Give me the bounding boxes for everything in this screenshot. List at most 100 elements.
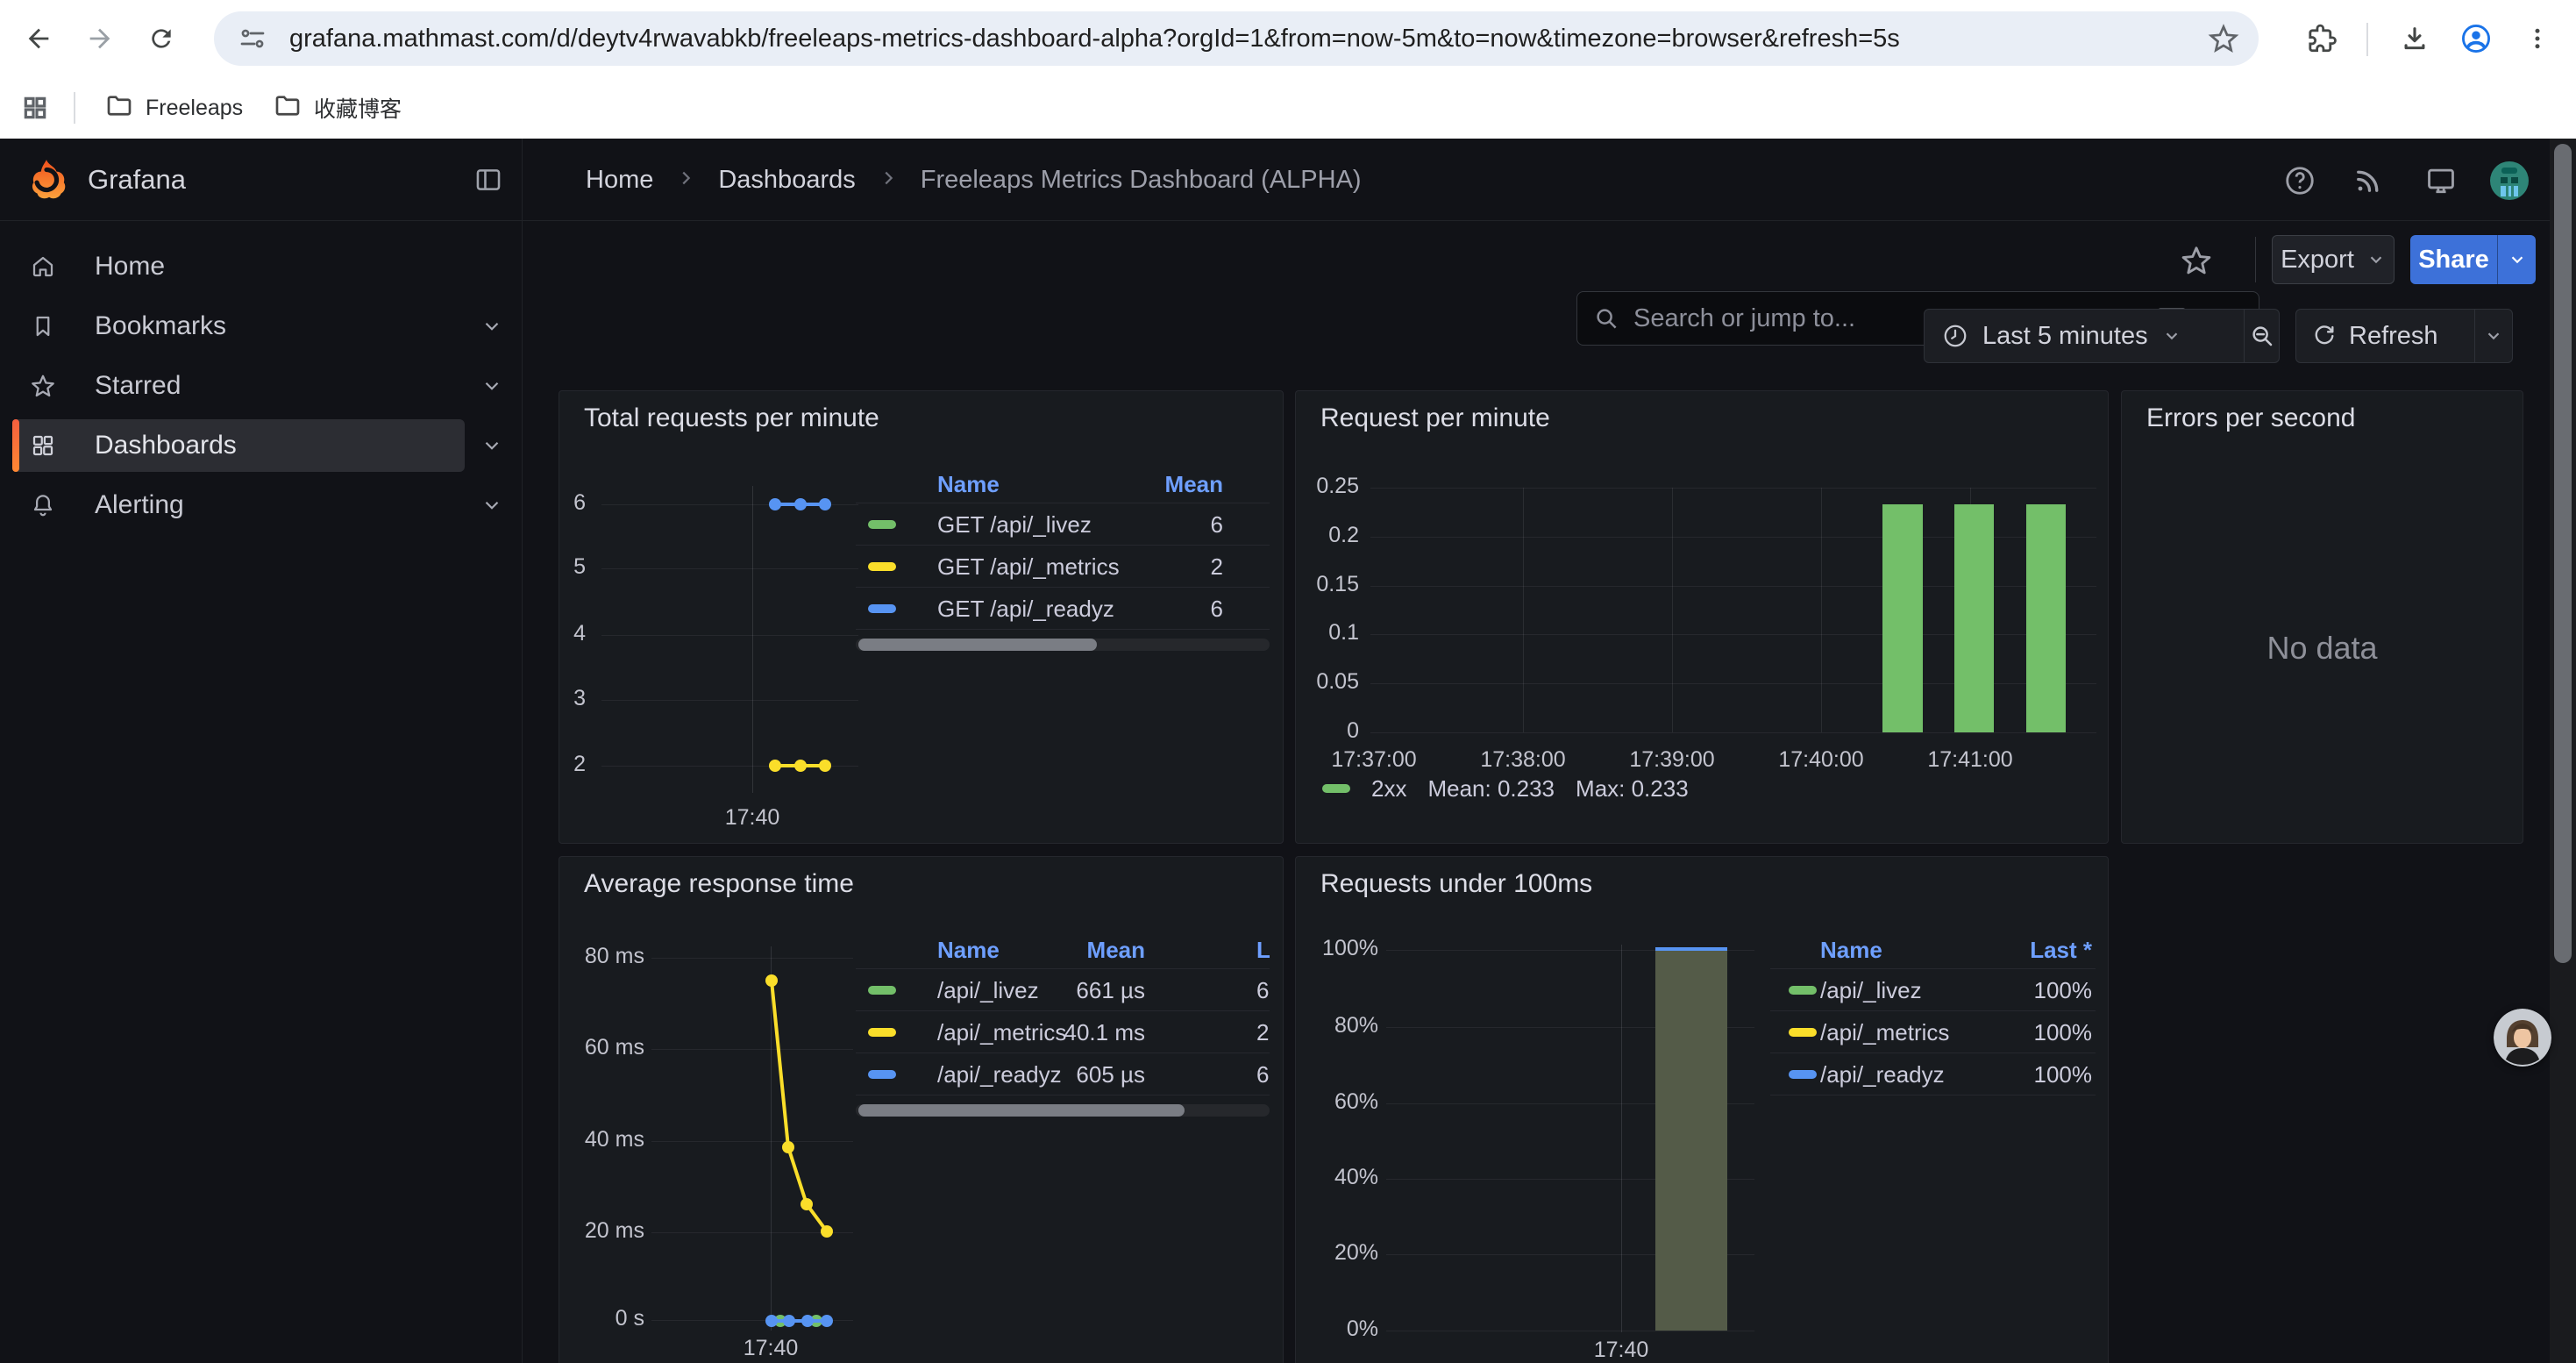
assistant-avatar-bubble[interactable] xyxy=(2494,1009,2551,1067)
bar-under-100ms xyxy=(1655,950,1727,1331)
legend-scrollbar-thumb[interactable] xyxy=(858,639,1097,651)
refresh-icon xyxy=(2312,324,2337,348)
monitor-icon[interactable] xyxy=(2422,161,2460,200)
legend-value: 100% xyxy=(2034,1011,2093,1053)
bookmark-folder-freeleaps[interactable]: Freeleaps xyxy=(105,77,243,139)
reload-icon[interactable] xyxy=(142,19,181,58)
legend-column-header[interactable]: Mean xyxy=(1087,931,1145,969)
legend-series-pill[interactable] xyxy=(868,986,896,995)
legend-series-pill[interactable] xyxy=(868,1070,896,1079)
breadcrumb-current: Freeleaps Metrics Dashboard (ALPHA) xyxy=(921,166,1362,195)
sidebar-row: Starred xyxy=(0,356,523,416)
profile-icon[interactable] xyxy=(2457,19,2495,58)
legend-series-name[interactable]: GET /api/_metrics xyxy=(937,546,1120,588)
legend-series-pill[interactable] xyxy=(868,604,896,613)
legend-series-pill[interactable] xyxy=(868,562,896,571)
download-icon[interactable] xyxy=(2395,19,2434,58)
legend-column-header[interactable]: Mean xyxy=(1165,465,1223,503)
extensions-icon[interactable] xyxy=(2302,19,2341,58)
back-icon[interactable] xyxy=(19,19,58,58)
panel-avg-response-time: Average response time 80 ms60 ms40 ms20 … xyxy=(559,856,1284,1363)
zoom-out-button[interactable] xyxy=(2245,323,2279,349)
gridline xyxy=(1370,732,2096,733)
sidebar-item-home[interactable]: Home xyxy=(12,240,465,293)
star-icon xyxy=(30,373,56,399)
favorite-star-icon[interactable] xyxy=(2180,244,2213,277)
browser-toolbar: grafana.mathmast.com/d/deytv4rwavabkb/fr… xyxy=(0,0,2576,77)
legend-series-pill[interactable] xyxy=(1789,1028,1817,1037)
bookmark-folder-blogs[interactable]: 收藏博客 xyxy=(274,77,402,139)
legend-column-header[interactable]: Las xyxy=(1256,931,1270,969)
y-axis-tick-label: 100% xyxy=(1296,936,1378,961)
legend-column-header[interactable]: Last * xyxy=(2030,931,2092,969)
bookmarks-bar: Freeleaps 收藏博客 xyxy=(0,77,2576,139)
screen: grafana.mathmast.com/d/deytv4rwavabkb/fr… xyxy=(0,0,2576,1363)
user-avatar[interactable] xyxy=(2490,161,2529,200)
gridline xyxy=(1370,488,2096,489)
chevron-down-icon[interactable] xyxy=(480,375,503,397)
chevron-down-icon[interactable] xyxy=(480,434,503,457)
legend-series-name[interactable]: /api/_readyz xyxy=(1820,1053,1945,1095)
chevron-down-icon[interactable] xyxy=(480,315,503,338)
sidebar-item-starred[interactable]: Starred xyxy=(12,360,465,412)
legend-scrollbar-thumb[interactable] xyxy=(858,1104,1185,1117)
apps-grid-icon[interactable] xyxy=(21,94,49,126)
legend-series-pill[interactable] xyxy=(1789,1070,1817,1079)
share-button[interactable]: Share xyxy=(2410,235,2536,284)
grafana-logo[interactable] xyxy=(25,158,68,206)
legend-series-name[interactable]: /api/_metrics xyxy=(937,1011,1066,1053)
export-button[interactable]: Export xyxy=(2272,235,2395,284)
news-rss-icon[interactable] xyxy=(2349,161,2387,200)
breadcrumb-dashboards[interactable]: Dashboards xyxy=(718,166,855,195)
menu-icon[interactable] xyxy=(2518,19,2557,58)
x-axis-tick-label: 17:37:00 xyxy=(1304,747,1444,773)
sidebar-item-dashboards[interactable]: Dashboards xyxy=(12,419,465,472)
x-axis-tick-label: 17:40 xyxy=(1560,1338,1683,1363)
bookmark-label: 收藏博客 xyxy=(314,92,402,124)
url-bar[interactable]: grafana.mathmast.com/d/deytv4rwavabkb/fr… xyxy=(214,11,2259,66)
legend-column-header[interactable]: Name xyxy=(937,931,1000,969)
refresh-interval-caret[interactable] xyxy=(2475,326,2512,346)
data-point xyxy=(821,1315,833,1327)
legend-series-name[interactable]: GET /api/_readyz xyxy=(937,588,1114,630)
legend-series-name[interactable]: /api/_readyz xyxy=(937,1053,1062,1095)
legend-series-pill[interactable] xyxy=(868,1028,896,1037)
data-point xyxy=(765,1315,778,1327)
forward-icon[interactable] xyxy=(81,19,119,58)
y-axis-tick-label: 0.2 xyxy=(1296,523,1359,548)
grafana-brand[interactable]: Grafana xyxy=(88,139,186,221)
legend-series-name[interactable]: /api/_livez xyxy=(937,969,1039,1011)
legend-series-name[interactable]: /api/_livez xyxy=(1820,969,1922,1011)
clock-icon xyxy=(1942,323,1968,349)
data-point xyxy=(794,498,807,510)
legend-column-header[interactable]: Name xyxy=(1820,931,1882,969)
legend-series-name[interactable]: /api/_metrics xyxy=(1820,1011,1949,1053)
legend-value: 100% xyxy=(2034,969,2093,1011)
refresh-button[interactable]: Refresh xyxy=(2296,322,2474,351)
url-text: grafana.mathmast.com/d/deytv4rwavabkb/fr… xyxy=(289,11,1900,66)
page-scrollbar[interactable] xyxy=(2550,139,2576,1363)
panel-title[interactable]: Errors per second xyxy=(2146,403,2355,433)
sidebar-toggle-icon[interactable] xyxy=(473,165,503,199)
legend-series[interactable]: 2xx xyxy=(1371,775,1406,803)
legend-series-pill[interactable] xyxy=(1789,986,1817,995)
legend-series-pill[interactable] xyxy=(868,520,896,529)
help-icon[interactable] xyxy=(2281,161,2319,200)
y-axis-tick-label: 0% xyxy=(1296,1317,1378,1342)
bell-icon xyxy=(30,492,56,518)
share-menu-caret[interactable] xyxy=(2497,235,2536,284)
breadcrumb-home[interactable]: Home xyxy=(586,166,653,195)
sidebar-item-bookmarks[interactable]: Bookmarks xyxy=(12,300,465,353)
data-point xyxy=(819,498,831,510)
y-axis-tick-label: 5 xyxy=(559,554,586,580)
data-point xyxy=(769,498,781,510)
time-range-picker[interactable]: Last 5 minutes xyxy=(1925,322,2244,351)
site-info-icon[interactable] xyxy=(238,25,267,57)
legend-series-name[interactable]: GET /api/_livez xyxy=(937,503,1092,546)
chevron-down-icon[interactable] xyxy=(480,494,503,517)
series-line xyxy=(772,1319,827,1323)
legend-column-header[interactable]: Name xyxy=(937,465,1000,503)
page-scrollbar-thumb[interactable] xyxy=(2554,144,2572,963)
bookmark-star-icon[interactable] xyxy=(2208,23,2239,59)
sidebar-item-alerting[interactable]: Alerting xyxy=(12,479,465,532)
